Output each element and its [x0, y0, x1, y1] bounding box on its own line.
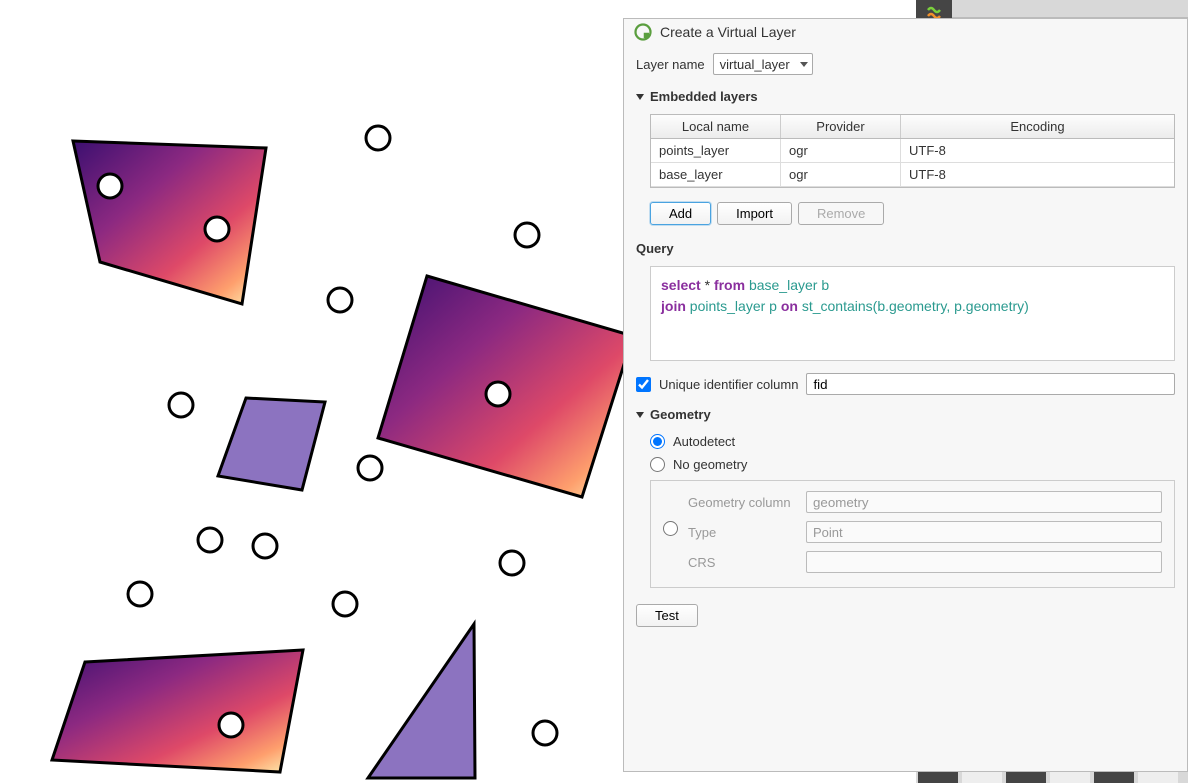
cell-provider: ogr	[789, 167, 892, 182]
uid-input[interactable]	[806, 373, 1175, 395]
geom-type-label: Type	[688, 525, 798, 540]
point	[198, 528, 222, 552]
th-local[interactable]: Local name	[651, 115, 781, 138]
geom-none-row[interactable]: No geometry	[650, 457, 1175, 472]
geom-autodetect-radio[interactable]	[650, 434, 665, 449]
polygon	[218, 398, 325, 490]
cell-provider: ogr	[789, 143, 892, 158]
geom-manual-group: Geometry column Type Point CRS	[650, 480, 1175, 588]
point	[205, 217, 229, 241]
point	[486, 382, 510, 406]
qgis-icon	[634, 23, 652, 41]
embedded-layers-table[interactable]: Local name Provider Encoding points_laye…	[650, 114, 1175, 188]
polygon	[52, 650, 303, 772]
geom-autodetect-label: Autodetect	[673, 434, 735, 449]
remove-button: Remove	[798, 202, 884, 225]
table-row[interactable]: base_layer ogr UTF-8	[651, 163, 1174, 187]
ident: base_layer b	[749, 277, 829, 293]
geom-autodetect-row[interactable]: Autodetect	[650, 434, 1175, 449]
layer-name-combo[interactable]: virtual_layer	[713, 53, 813, 75]
kw: from	[714, 277, 745, 293]
test-button[interactable]: Test	[636, 604, 698, 627]
kw: select	[661, 277, 701, 293]
th-provider[interactable]: Provider	[781, 115, 901, 138]
disclosure-icon	[636, 412, 644, 418]
kw: join	[661, 298, 686, 314]
dialog-titlebar[interactable]: Create a Virtual Layer	[624, 19, 1187, 49]
cell-local: base_layer	[659, 167, 772, 182]
polygon	[73, 141, 266, 304]
chevron-down-icon	[800, 62, 808, 67]
cell-local: points_layer	[659, 143, 772, 158]
kw: on	[781, 298, 798, 314]
point	[500, 551, 524, 575]
point	[169, 393, 193, 417]
top-strip	[916, 0, 1188, 18]
args: (b.geometry, p.geometry)	[873, 298, 1029, 314]
dialog-title: Create a Virtual Layer	[660, 24, 796, 40]
import-button[interactable]: Import	[717, 202, 792, 225]
ident: points_layer p	[690, 298, 777, 314]
geom-col-label: Geometry column	[688, 495, 798, 510]
point	[328, 288, 352, 312]
point	[333, 592, 357, 616]
point	[219, 713, 243, 737]
geom-crs-input	[806, 551, 1162, 573]
layer-name-value: virtual_layer	[720, 57, 790, 72]
query-editor[interactable]: select * from base_layer b join points_l…	[650, 266, 1175, 361]
polygon	[368, 624, 475, 778]
add-button[interactable]: Add	[650, 202, 711, 225]
disclosure-icon	[636, 94, 644, 100]
th-encoding[interactable]: Encoding	[901, 115, 1174, 138]
geometry-header[interactable]: Geometry	[636, 403, 1175, 426]
geom-none-radio[interactable]	[650, 457, 665, 472]
point	[515, 223, 539, 247]
embedded-layers-label: Embedded layers	[650, 89, 758, 104]
point	[98, 174, 122, 198]
query-label: Query	[636, 235, 1175, 260]
geom-col-input	[806, 491, 1162, 513]
uid-label: Unique identifier column	[659, 377, 798, 392]
table-row[interactable]: points_layer ogr UTF-8	[651, 139, 1174, 163]
point	[533, 721, 557, 745]
point	[358, 456, 382, 480]
token: *	[705, 277, 710, 293]
uid-checkbox[interactable]	[636, 377, 651, 392]
geometry-label: Geometry	[650, 407, 711, 422]
point	[253, 534, 277, 558]
cell-encoding: UTF-8	[909, 167, 1166, 182]
embedded-layers-header[interactable]: Embedded layers	[636, 85, 1175, 108]
func: st_contains	[802, 298, 873, 314]
layer-name-label: Layer name	[636, 57, 705, 72]
geom-manual-radio[interactable]	[663, 521, 678, 536]
geom-type-value: Point	[813, 525, 843, 540]
point	[128, 582, 152, 606]
cell-encoding: UTF-8	[909, 143, 1166, 158]
geom-type-combo: Point	[806, 521, 1162, 543]
geom-none-label: No geometry	[673, 457, 747, 472]
virtual-layer-dialog: Create a Virtual Layer Layer name virtua…	[623, 18, 1188, 772]
point	[366, 126, 390, 150]
geom-crs-label: CRS	[688, 555, 798, 570]
